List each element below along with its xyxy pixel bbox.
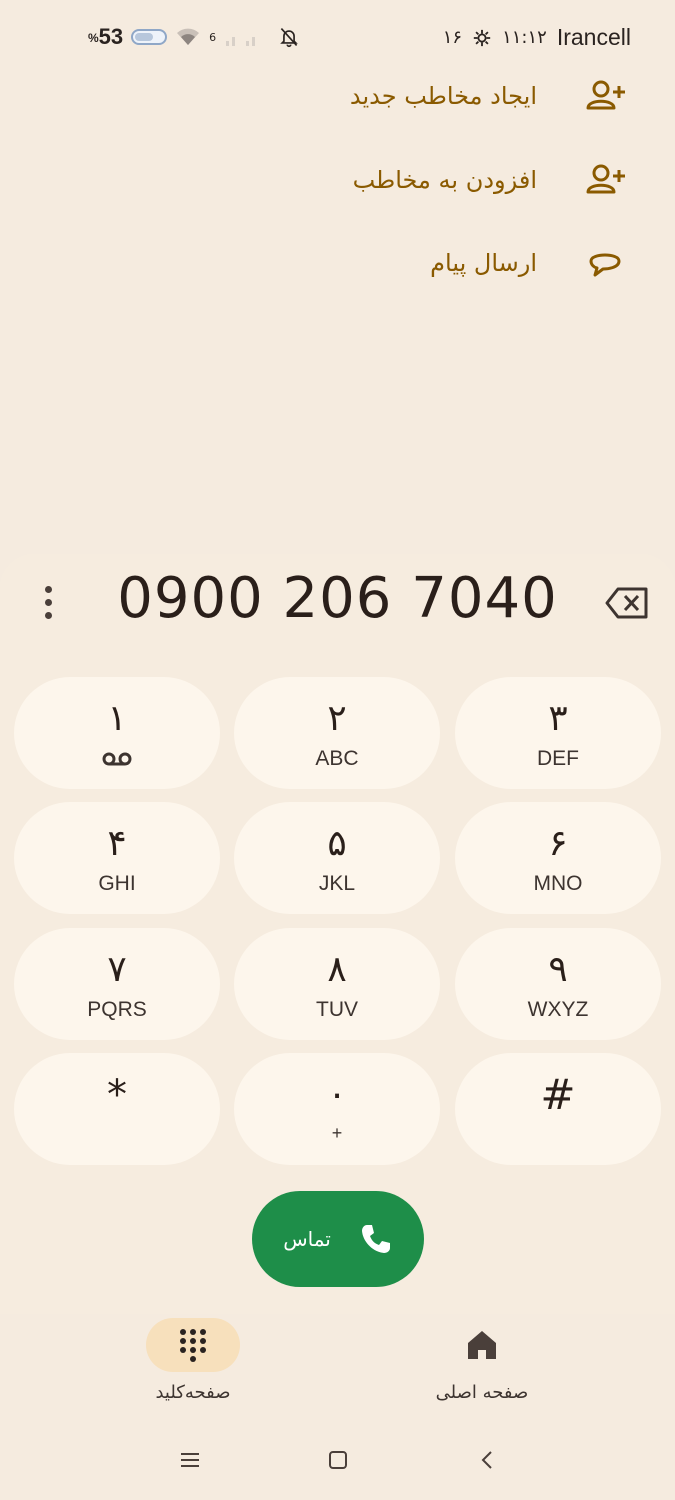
key-letters: DEF xyxy=(537,747,579,770)
call-button[interactable]: تماس xyxy=(252,1191,424,1287)
carrier-name: Irancell xyxy=(556,24,631,50)
chevron-left-icon xyxy=(481,1451,492,1469)
key-digit: # xyxy=(540,1070,576,1119)
key-star[interactable]: * xyxy=(14,1053,220,1165)
key-2[interactable]: ۲ ABC xyxy=(234,677,440,789)
tab-home-label: صفحه اصلی xyxy=(435,1382,529,1403)
key-plus: + xyxy=(331,1123,343,1143)
settings-icon xyxy=(473,29,491,46)
bell-off-icon xyxy=(280,27,298,48)
key-digit: ۴ xyxy=(107,823,127,864)
key-digit: ۱ xyxy=(107,698,127,739)
voicemail-icon xyxy=(102,752,132,766)
key-digit: ۵ xyxy=(327,823,347,864)
key-digit: ۳ xyxy=(548,698,568,739)
battery-percent: %53 xyxy=(88,24,124,49)
action-label: ایجاد مخاطب جدید xyxy=(349,82,537,110)
wifi-icon xyxy=(177,28,200,45)
phone-icon xyxy=(361,1225,390,1253)
key-digit: ۰ xyxy=(327,1074,347,1115)
home-icon xyxy=(468,1331,496,1359)
call-label: تماس xyxy=(283,1227,331,1251)
key-letters: PQRS xyxy=(87,998,147,1021)
action-create-contact[interactable]: ایجاد مخاطب جدید xyxy=(350,66,627,126)
back-button[interactable] xyxy=(468,1440,508,1480)
more-options-button[interactable] xyxy=(30,580,66,624)
dot-icon xyxy=(44,611,52,619)
key-7[interactable]: ۷ PQRS xyxy=(14,928,220,1040)
key-digit: ۹ xyxy=(548,949,568,990)
status-bar: %53 6 ۱۶ ۱۱:۱۲ Irancell xyxy=(0,0,675,72)
key-letters: MNO xyxy=(533,872,583,895)
home-pill xyxy=(435,1318,529,1372)
key-letters: TUV xyxy=(316,998,358,1021)
key-letters: JKL xyxy=(318,872,356,895)
action-add-to-contact[interactable]: افزودن به مخاطب xyxy=(353,150,627,210)
key-letters: WXYZ xyxy=(527,998,589,1021)
key-5[interactable]: ۵ JKL xyxy=(234,802,440,914)
key-6[interactable]: ۶ MNO xyxy=(455,802,661,914)
message-icon xyxy=(583,241,627,285)
status-right: ۱۶ ۱۱:۱۲ Irancell xyxy=(443,24,631,51)
signal-label: 6 xyxy=(209,30,217,44)
tab-keypad[interactable]: صفحه‌کلید xyxy=(93,1318,293,1414)
action-label: افزودن به مخاطب xyxy=(352,166,537,194)
tab-home[interactable]: صفحه اصلی xyxy=(382,1318,582,1414)
dot-icon xyxy=(44,598,52,606)
key-digit: ۷ xyxy=(107,949,127,990)
home-system-button[interactable] xyxy=(318,1440,358,1480)
key-4[interactable]: ۴ GHI xyxy=(14,802,220,914)
person-add-icon xyxy=(583,74,627,118)
recents-button[interactable] xyxy=(170,1440,210,1480)
menu-icon xyxy=(181,1453,199,1467)
action-label: ارسال پیام xyxy=(430,249,537,277)
keypad-pill xyxy=(146,1318,240,1372)
status-time: ۱۱:۱۲ xyxy=(502,27,547,48)
tab-keypad-label: صفحه‌کلید xyxy=(155,1382,231,1403)
status-left: %53 6 xyxy=(88,24,302,50)
status-date: ۱۶ xyxy=(442,27,463,48)
battery-icon xyxy=(131,29,168,45)
dot-icon xyxy=(44,585,52,593)
key-digit: * xyxy=(107,1072,127,1118)
signal-icon xyxy=(226,37,256,46)
key-8[interactable]: ۸ TUV xyxy=(234,928,440,1040)
key-letters: ABC xyxy=(315,747,359,770)
person-add-icon xyxy=(583,158,627,202)
key-3[interactable]: ۳ DEF xyxy=(455,677,661,789)
dialpad-icon xyxy=(180,1329,206,1362)
key-digit: ۸ xyxy=(327,949,347,990)
key-digit: ۲ xyxy=(327,698,347,739)
key-9[interactable]: ۹ WXYZ xyxy=(455,928,661,1040)
action-send-message[interactable]: ارسال پیام xyxy=(430,233,627,293)
key-1[interactable]: ۱ xyxy=(14,677,220,789)
key-hash[interactable]: # xyxy=(455,1053,661,1165)
key-0[interactable]: ۰ + xyxy=(234,1053,440,1165)
dialed-number[interactable]: 0900 206 7040 xyxy=(100,566,575,631)
key-digit: ۶ xyxy=(548,823,568,864)
backspace-icon[interactable] xyxy=(604,583,650,623)
square-icon xyxy=(329,1451,347,1469)
key-letters: GHI xyxy=(98,872,136,895)
